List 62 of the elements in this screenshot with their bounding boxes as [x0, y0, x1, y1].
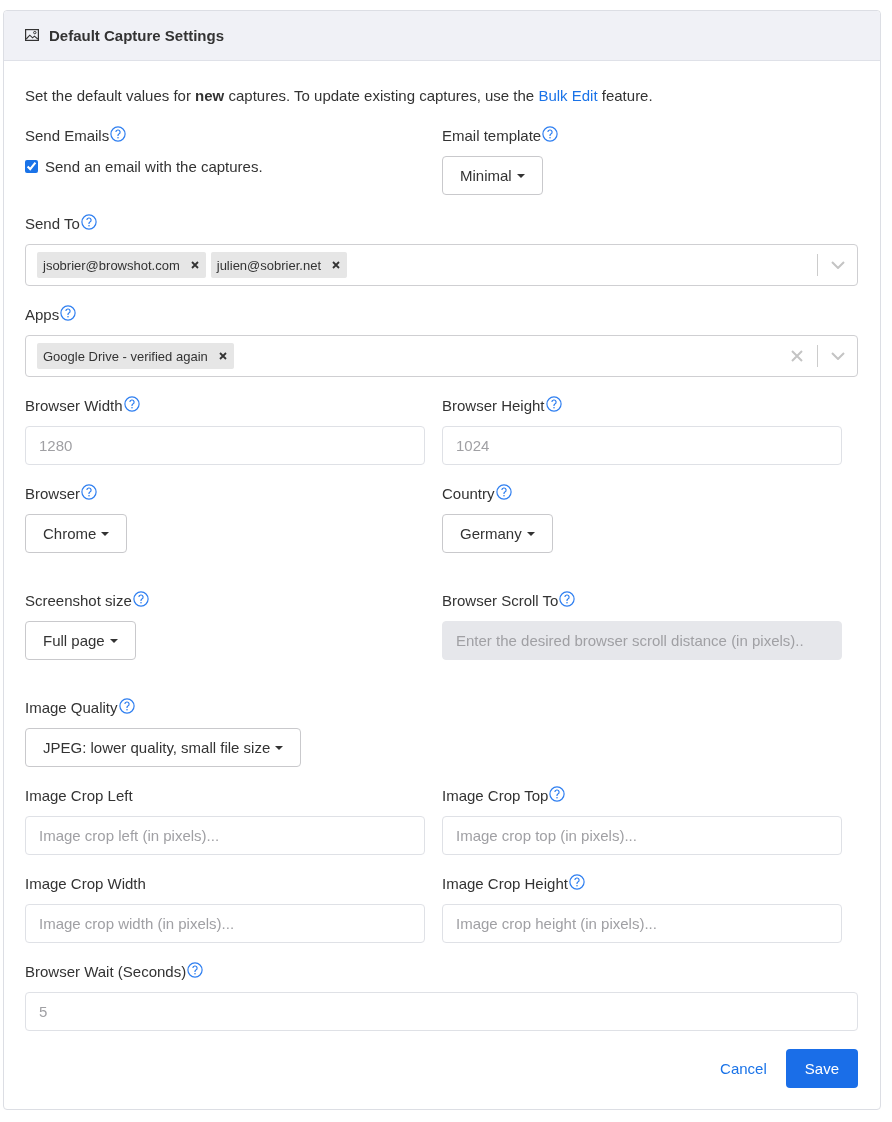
multi-select-field[interactable]: jsobrier@browshot.com julien@sobrier.net — [25, 244, 858, 286]
tag-text: Google Drive - verified again — [43, 348, 208, 364]
remove-icon[interactable] — [218, 352, 227, 360]
dropdown-button[interactable]: Chrome — [25, 514, 128, 553]
help-icon[interactable] — [549, 785, 566, 802]
checkbox[interactable] — [25, 160, 38, 173]
tag-text: julien@sobrier.net — [216, 257, 321, 273]
dropdown-button[interactable]: Germany — [442, 514, 553, 553]
help-icon[interactable] — [80, 213, 97, 230]
field-label: Image Crop Height — [442, 875, 568, 892]
multi-select-field[interactable]: Google Drive - verified again — [25, 335, 858, 377]
text-input[interactable]: Image crop width (in pixels)... — [25, 904, 425, 943]
text-input[interactable]: 1280 — [25, 426, 425, 465]
help-icon[interactable] — [110, 125, 127, 142]
field-label: Image Quality — [25, 699, 118, 716]
help-icon[interactable] — [118, 697, 135, 714]
bulk-edit-link[interactable]: Bulk Edit — [538, 87, 598, 104]
help-icon[interactable] — [81, 483, 97, 500]
field-label: Browser — [25, 485, 80, 502]
help-icon[interactable] — [495, 483, 512, 500]
field-label: Browser Scroll To — [442, 592, 559, 609]
caret-icon — [275, 745, 284, 750]
image-icon — [25, 28, 39, 41]
help-icon[interactable] — [123, 395, 140, 412]
field-label: Country — [442, 485, 495, 502]
field-label: Send Emails — [25, 127, 110, 144]
help-icon[interactable] — [568, 873, 585, 890]
field-label: Email template — [442, 127, 542, 144]
panel-title: Default Capture Settings — [49, 27, 225, 44]
help-icon[interactable] — [545, 395, 562, 412]
caret-icon — [516, 173, 525, 178]
remove-icon[interactable] — [190, 261, 199, 269]
help-icon[interactable] — [542, 125, 559, 142]
text-input[interactable]: Image crop top (in pixels)... — [442, 816, 842, 855]
field-label: Browser Width — [25, 397, 123, 414]
field-label: Apps — [25, 306, 60, 323]
checkbox-label: Send an email with the captures. — [45, 158, 263, 175]
dropdown-button[interactable]: Full page — [25, 621, 136, 660]
text-input[interactable]: Image crop height (in pixels)... — [442, 904, 842, 943]
caret-icon — [109, 638, 118, 643]
field-label: Browser Height — [442, 397, 545, 414]
dropdown-button[interactable]: Minimal — [442, 156, 543, 195]
caret-icon — [101, 531, 110, 536]
caret-icon — [526, 531, 535, 536]
text-input[interactable]: 5 — [25, 992, 858, 1031]
help-icon[interactable] — [187, 961, 204, 978]
field-label: Image Crop Top — [442, 787, 549, 804]
field-label: Image Crop Width — [25, 875, 146, 892]
help-icon[interactable] — [132, 590, 149, 607]
field-label: Screenshot size — [25, 592, 132, 609]
text-input[interactable]: Image crop left (in pixels)... — [25, 816, 425, 855]
save-button[interactable]: Save — [785, 1049, 858, 1088]
intro-text: Set the default values for new captures. To update existing captures, use the Bulk Edit feature. — [25, 86, 654, 106]
field-label: Send To — [25, 215, 80, 232]
field-label: Browser Wait (Seconds) — [25, 963, 187, 980]
tag-text: jsobrier@browshot.com — [43, 257, 180, 273]
text-input[interactable]: 1024 — [442, 426, 842, 465]
dropdown-button[interactable]: JPEG: lower quality, small file size — [25, 728, 302, 767]
remove-icon[interactable] — [332, 261, 340, 269]
cancel-link[interactable]: Cancel — [720, 1060, 767, 1077]
field-label: Image Crop Left — [25, 787, 133, 804]
help-icon[interactable] — [60, 304, 77, 321]
